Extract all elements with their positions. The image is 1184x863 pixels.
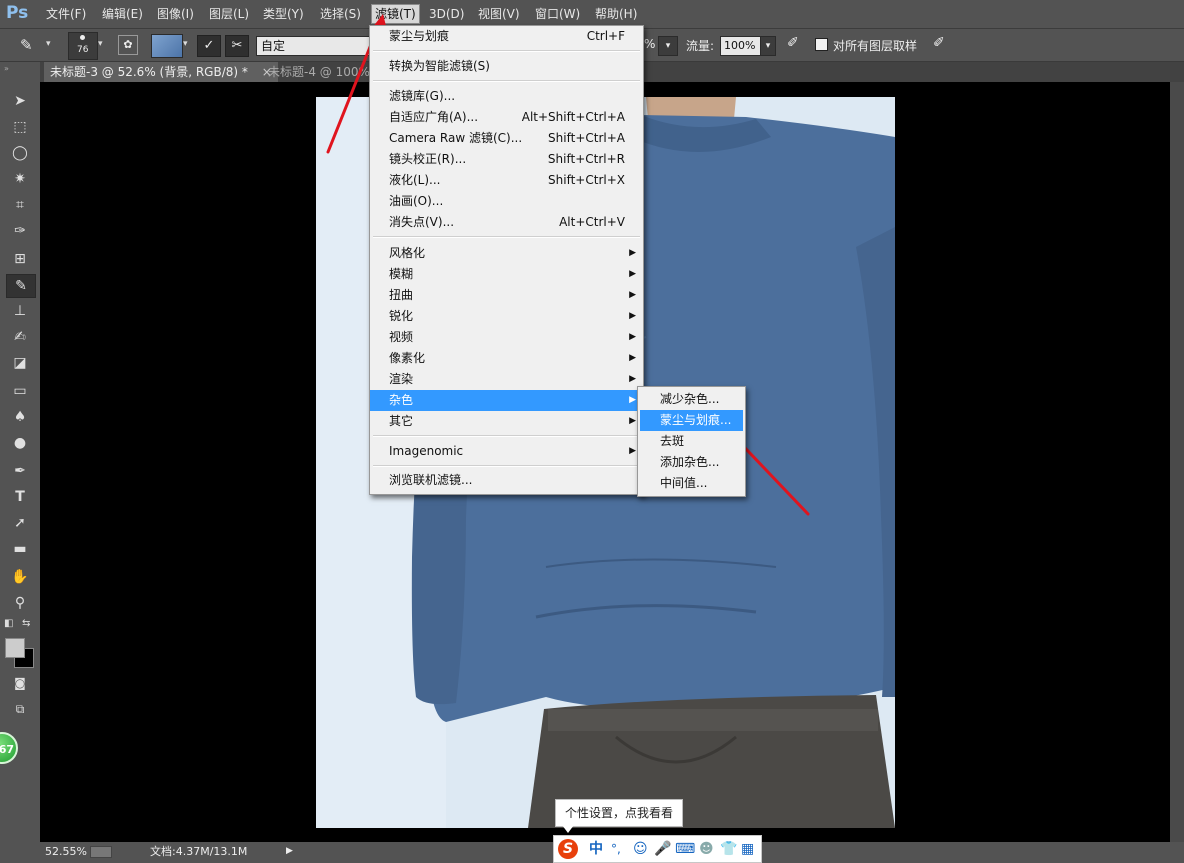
sogou-logo-icon[interactable]: S xyxy=(558,839,578,859)
menu-liquify[interactable]: 液化(L)... Shift+Ctrl+X xyxy=(370,170,643,191)
submenu-median[interactable]: 中间值... xyxy=(640,473,743,494)
status-menu-arrow-icon[interactable]: ▶ xyxy=(286,842,293,861)
skin-icon[interactable]: 👕 xyxy=(720,840,737,858)
menu-imagenomic[interactable]: Imagenomic ▶ xyxy=(370,441,643,462)
menu-item-shortcut: Shift+Ctrl+X xyxy=(548,173,625,187)
menu-item-label: 模糊 xyxy=(389,267,414,281)
menu-item-label: 扭曲 xyxy=(389,288,414,302)
menu-item-shortcut: Shift+Ctrl+R xyxy=(547,152,625,166)
submenu-add-noise[interactable]: 添加杂色... xyxy=(640,452,743,473)
menu-browse-online-filters[interactable]: 浏览联机滤镜... xyxy=(370,470,643,491)
document-size: 文档:4.37M/13.1M xyxy=(150,845,248,858)
submenu-arrow-icon: ▶ xyxy=(629,395,636,405)
menu-item-shortcut: Ctrl+F xyxy=(586,29,625,43)
menu-item-label: Imagenomic xyxy=(389,444,464,458)
menu-item-label: 镜头校正(R)... xyxy=(389,152,467,166)
submenu-arrow-icon: ▶ xyxy=(629,353,636,363)
menu-separator xyxy=(373,435,640,437)
menu-other[interactable]: 其它 ▶ xyxy=(370,411,643,432)
menu-distort[interactable]: 扭曲 ▶ xyxy=(370,285,643,306)
menu-noise[interactable]: 杂色 ▶ xyxy=(370,390,643,411)
menu-convert-smart-filter[interactable]: 转换为智能滤镜(S) xyxy=(370,56,643,77)
menu-oil-paint[interactable]: 油画(O)... xyxy=(370,191,643,212)
emoji-icon[interactable]: ☺ xyxy=(633,840,648,858)
menu-separator xyxy=(373,465,640,467)
submenu-reduce-noise[interactable]: 减少杂色... xyxy=(640,389,743,410)
menu-item-shortcut: Alt+Ctrl+V xyxy=(559,215,625,229)
submenu-item-label: 添加杂色... xyxy=(660,455,720,469)
submenu-dust-and-scratches[interactable]: 蒙尘与划痕... xyxy=(640,410,743,431)
menu-item-shortcut: Alt+Shift+Ctrl+A xyxy=(521,110,625,124)
menu-item-label: 蒙尘与划痕 xyxy=(389,29,450,43)
ime-tooltip: 个性设置，点我看看 xyxy=(555,799,683,827)
menu-separator xyxy=(373,80,640,82)
submenu-item-label: 减少杂色... xyxy=(660,392,720,406)
submenu-item-label: 中间值... xyxy=(660,476,708,490)
zoom-level[interactable]: 52.55% xyxy=(45,842,87,861)
keyboard-icon[interactable]: ⌨ xyxy=(675,840,695,858)
menu-item-label: 液化(L)... xyxy=(389,173,441,187)
menu-item-label: 转换为智能滤镜(S) xyxy=(389,59,490,73)
menu-pixelate[interactable]: 像素化 ▶ xyxy=(370,348,643,369)
menu-item-label: Camera Raw 滤镜(C)... xyxy=(389,131,523,145)
menu-item-label: 风格化 xyxy=(389,246,426,260)
menu-camera-raw[interactable]: Camera Raw 滤镜(C)... Shift+Ctrl+A xyxy=(370,128,643,149)
submenu-arrow-icon: ▶ xyxy=(629,269,636,279)
menu-stylize[interactable]: 风格化 ▶ xyxy=(370,243,643,264)
menu-item-label: 杂色 xyxy=(389,393,414,407)
menu-item-label: 消失点(V)... xyxy=(389,215,455,229)
menu-separator xyxy=(373,236,640,238)
submenu-arrow-icon: ▶ xyxy=(629,332,636,342)
submenu-item-label: 去斑 xyxy=(660,434,685,448)
ime-mode-toggle[interactable]: 中 xyxy=(589,840,603,858)
submenu-despeckle[interactable]: 去斑 xyxy=(640,431,743,452)
tooltip-pointer xyxy=(562,825,574,833)
menu-item-label: 滤镜库(G)... xyxy=(389,89,456,103)
menu-item-label: 锐化 xyxy=(389,309,414,323)
submenu-arrow-icon: ▶ xyxy=(629,290,636,300)
microphone-icon[interactable]: 🎤 xyxy=(654,840,671,858)
menu-item-label: 自适应广角(A)... xyxy=(389,110,479,124)
menu-item-label: 其它 xyxy=(389,414,414,428)
menu-adaptive-wide-angle[interactable]: 自适应广角(A)... Alt+Shift+Ctrl+A xyxy=(370,107,643,128)
menu-blur[interactable]: 模糊 ▶ xyxy=(370,264,643,285)
menu-lens-correction[interactable]: 镜头校正(R)... Shift+Ctrl+R xyxy=(370,149,643,170)
menu-last-filter[interactable]: 蒙尘与划痕 Ctrl+F xyxy=(370,26,643,47)
submenu-arrow-icon: ▶ xyxy=(629,311,636,321)
menu-vanishing-point[interactable]: 消失点(V)... Alt+Ctrl+V xyxy=(370,212,643,233)
toolbox-grid-icon[interactable]: ▦ xyxy=(741,840,754,858)
menu-item-label: 浏览联机滤镜... xyxy=(389,473,473,487)
menu-item-label: 渲染 xyxy=(389,372,414,386)
submenu-arrow-icon: ▶ xyxy=(629,374,636,384)
menu-item-label: 油画(O)... xyxy=(389,194,444,208)
ime-punctuation-toggle[interactable]: °, xyxy=(611,840,621,858)
menu-item-label: 像素化 xyxy=(389,351,426,365)
noise-submenu: 减少杂色... 蒙尘与划痕... 去斑 添加杂色... 中间值... xyxy=(637,386,746,497)
status-info-icon[interactable] xyxy=(90,846,112,858)
menu-filter-gallery[interactable]: 滤镜库(G)... xyxy=(370,86,643,107)
submenu-arrow-icon: ▶ xyxy=(629,446,636,456)
menu-item-shortcut: Shift+Ctrl+A xyxy=(548,131,625,145)
menu-sharpen[interactable]: 锐化 ▶ xyxy=(370,306,643,327)
menu-item-label: 视频 xyxy=(389,330,414,344)
submenu-arrow-icon: ▶ xyxy=(629,416,636,426)
menu-video[interactable]: 视频 ▶ xyxy=(370,327,643,348)
menu-render[interactable]: 渲染 ▶ xyxy=(370,369,643,390)
filter-menu: 蒙尘与划痕 Ctrl+F 转换为智能滤镜(S) 滤镜库(G)... 自适应广角(… xyxy=(369,25,644,495)
submenu-item-label: 蒙尘与划痕... xyxy=(660,413,732,427)
status-bar: 52.55% 文档:4.37M/13.1M ▶ xyxy=(40,842,300,861)
ime-toolbar: S 中 °, ☺ 🎤 ⌨ ☻ 👕 ▦ xyxy=(553,835,762,863)
user-icon[interactable]: ☻ xyxy=(699,840,714,858)
menu-separator xyxy=(373,50,640,52)
submenu-arrow-icon: ▶ xyxy=(629,248,636,258)
